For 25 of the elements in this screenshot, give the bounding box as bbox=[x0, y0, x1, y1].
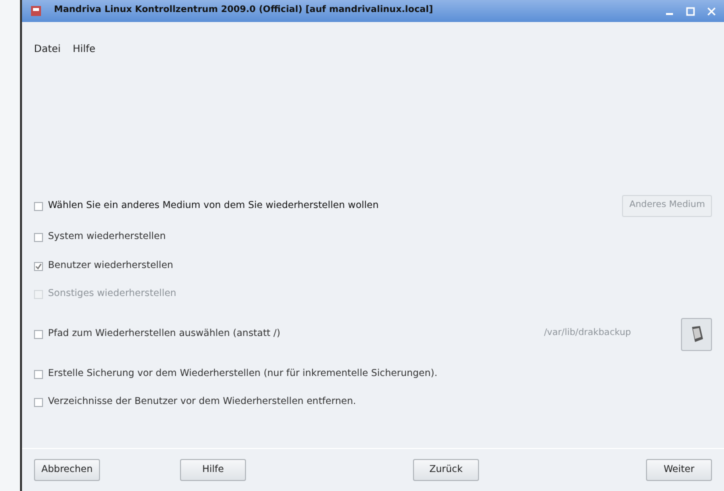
option-label: Benutzer wiederherstellen bbox=[48, 258, 174, 273]
dialog-button[interactable]: Abbrechen bbox=[34, 459, 100, 481]
browse-button[interactable] bbox=[681, 318, 712, 350]
app-icon bbox=[30, 5, 42, 17]
option-label: System wiederherstellen bbox=[48, 230, 166, 244]
option-label: Erstelle Sicherung vor dem Wiederherstellen (nur für inkrementelle Sicherungen). bbox=[48, 366, 438, 381]
window-title: Mandriva Linux Kontrollzentrum 2009.0 (Official) [auf mandrivalinux.local] bbox=[54, 4, 434, 18]
dialog-button[interactable]: Zurück bbox=[413, 459, 479, 481]
close-icon[interactable] bbox=[707, 6, 716, 16]
checkbox[interactable] bbox=[34, 232, 43, 242]
option-label: Verzeichnisse der Benutzer vor dem Wiederherstellen entfernen. bbox=[48, 394, 356, 409]
checkbox[interactable] bbox=[34, 370, 43, 378]
checkbox[interactable] bbox=[34, 330, 43, 338]
dialog-button[interactable]: Weiter bbox=[646, 459, 712, 481]
maximize-icon[interactable] bbox=[686, 6, 695, 16]
checkbox[interactable] bbox=[34, 398, 43, 406]
option-label: Pfad zum Wiederherstellen auswählen (anstatt /) bbox=[48, 326, 280, 341]
menu-item[interactable]: Hilfe bbox=[72, 42, 96, 57]
path-text: /var/lib/drakbackup bbox=[544, 327, 631, 340]
option-label: Sonstiges wiederherstellen bbox=[48, 286, 176, 301]
checkbox[interactable] bbox=[34, 202, 43, 210]
dialog-button[interactable]: Hilfe bbox=[180, 459, 246, 481]
option-label: Wählen Sie ein anderes Medium von dem Sie wiederherstellen wollen bbox=[48, 198, 379, 213]
checkbox[interactable] bbox=[34, 262, 43, 270]
menu-item[interactable]: Datei bbox=[34, 42, 61, 57]
